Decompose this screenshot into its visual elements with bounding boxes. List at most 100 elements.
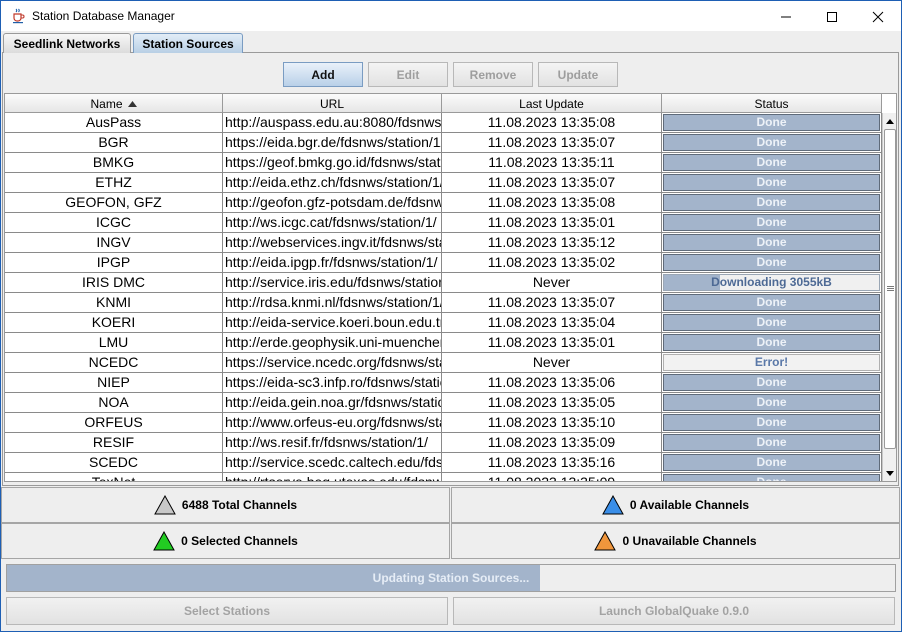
table-header: Name URL Last Update Status (5, 94, 882, 113)
cell-last-update: 11.08.2023 13:35:01 (442, 333, 662, 353)
column-header-name[interactable]: Name (5, 94, 223, 113)
cell-url: http://geofon.gfz-potsdam.de/fdsnws/stat… (223, 193, 442, 213)
total-channels-panel: 6488 Total Channels (1, 487, 450, 523)
cell-last-update: 11.08.2023 13:35:06 (442, 373, 662, 393)
table-row[interactable]: NIEP https://eida-sc3.infp.ro/fdsnws/stat… (5, 373, 882, 393)
add-button[interactable]: Add (283, 62, 363, 87)
scroll-up-button[interactable] (883, 113, 896, 129)
status-progress-bar: Done (663, 154, 880, 171)
cell-url: https://service.ncedc.org/fdsnws/station… (223, 353, 442, 373)
cell-url: http://webservices.ingv.it/fdsnws/statio… (223, 233, 442, 253)
edit-button[interactable]: Edit (368, 62, 448, 87)
table-row[interactable]: KOERI http://eida-service.koeri.boun.edu.… (5, 313, 882, 333)
arrow-down-icon (886, 470, 894, 476)
scroll-thumb[interactable] (884, 129, 896, 449)
table-row[interactable]: BGR https://eida.bgr.de/fdsnws/station/1/… (5, 133, 882, 153)
window-title: Station Database Manager (32, 9, 175, 23)
progress-text: Updating Station Sources... (372, 571, 530, 585)
cell-name: IRIS DMC (5, 273, 223, 293)
green-triangle-icon (153, 531, 175, 551)
cell-status: Done (662, 473, 882, 481)
cell-status: Done (662, 453, 882, 473)
table-row[interactable]: AusPass http://auspass.edu.au:8080/fdsnws… (5, 113, 882, 133)
cell-last-update: 11.08.2023 13:35:11 (442, 153, 662, 173)
table-row[interactable]: NCEDC https://service.ncedc.org/fdsnws/st… (5, 353, 882, 373)
status-progress-bar: Downloading 3055kB (663, 274, 880, 291)
selected-channels-label: 0 Selected Channels (181, 534, 298, 548)
maximize-button[interactable] (809, 1, 855, 32)
cell-status: Done (662, 213, 882, 233)
scroll-down-button[interactable] (883, 465, 896, 481)
selected-channels-panel: 0 Selected Channels (1, 523, 450, 559)
cell-last-update: 11.08.2023 13:35:07 (442, 173, 662, 193)
cell-last-update: 11.08.2023 13:35:08 (442, 193, 662, 213)
gray-triangle-icon (154, 495, 176, 515)
table-row[interactable]: KNMI http://rdsa.knmi.nl/fdsnws/station/1… (5, 293, 882, 313)
table-row[interactable]: RESIF http://ws.resif.fr/fdsnws/station/1… (5, 433, 882, 453)
table-row[interactable]: IPGP http://eida.ipgp.fr/fdsnws/station/1… (5, 253, 882, 273)
cell-name: ETHZ (5, 173, 223, 193)
table-row[interactable]: IRIS DMC http://service.iris.edu/fdsnws/s… (5, 273, 882, 293)
minimize-button[interactable] (763, 1, 809, 32)
launch-globalquake-button[interactable]: Launch GlobalQuake 0.9.0 (453, 597, 895, 625)
status-progress-bar: Done (663, 174, 880, 191)
cell-url: http://eida.gein.noa.gr/fdsnws/station/1… (223, 393, 442, 413)
cell-last-update: 11.08.2023 13:35:07 (442, 293, 662, 313)
status-progress-bar: Done (663, 134, 880, 151)
cell-url: http://ws.resif.fr/fdsnws/station/1/ (223, 433, 442, 453)
tab-seedlink-networks[interactable]: Seedlink Networks (3, 33, 131, 53)
select-stations-button[interactable]: Select Stations (6, 597, 448, 625)
status-progress-bar: Done (663, 334, 880, 351)
table-body: AusPass http://auspass.edu.au:8080/fdsnws… (5, 113, 882, 481)
cell-status: Done (662, 233, 882, 253)
remove-button[interactable]: Remove (453, 62, 533, 87)
cell-name: BGR (5, 133, 223, 153)
column-header-label: Name (90, 96, 123, 111)
cell-url: http://eida-service.koeri.boun.edu.tr/fd… (223, 313, 442, 333)
cell-last-update: 11.08.2023 13:35:01 (442, 213, 662, 233)
cell-status: Done (662, 153, 882, 173)
table-row[interactable]: INGV http://webservices.ingv.it/fdsnws/st… (5, 233, 882, 253)
cell-url: https://geof.bmkg.go.id/fdsnws/station/1… (223, 153, 442, 173)
cell-last-update: Never (442, 353, 662, 373)
tab-station-sources[interactable]: Station Sources (133, 33, 243, 53)
status-progress-bar: Done (663, 414, 880, 431)
table-row[interactable]: TexNet http://rtserve.beg.utexas.edu/fdsn… (5, 473, 882, 481)
column-header-status[interactable]: Status (662, 94, 882, 113)
cell-status: Done (662, 433, 882, 453)
cell-name: ORFEUS (5, 413, 223, 433)
cell-name: ICGC (5, 213, 223, 233)
total-channels-label: 6488 Total Channels (181, 498, 298, 512)
status-progress-bar: Done (663, 114, 880, 131)
status-progress-bar: Done (663, 214, 880, 231)
cell-url: http://ws.icgc.cat/fdsnws/station/1/ (223, 213, 442, 233)
unavailable-channels-panel: 0 Unavailable Channels (451, 523, 900, 559)
cell-url: http://erde.geophysik.uni-muenchen.de/fd… (223, 333, 442, 353)
cell-url: http://rdsa.knmi.nl/fdsnws/station/1/ (223, 293, 442, 313)
table-row[interactable]: NOAhttp://eida.gein.noa.gr/fdsnws/statio… (5, 393, 882, 413)
column-header-last-update[interactable]: Last Update (442, 94, 662, 113)
table-row[interactable]: ORFEUS http://www.orfeus-eu.org/fdsnws/st… (5, 413, 882, 433)
cell-url: https://eida.bgr.de/fdsnws/station/1/ (223, 133, 442, 153)
table-row[interactable]: ICGC http://ws.icgc.cat/fdsnws/station/1/… (5, 213, 882, 233)
table-row[interactable]: GEOFON, GFZ http://geofon.gfz-potsdam.de/… (5, 193, 882, 213)
table-row[interactable]: LMUhttp://erde.geophysik.uni-muenchen.de… (5, 333, 882, 353)
minimize-icon (781, 16, 791, 17)
table-row[interactable]: SCEDC http://service.scedc.caltech.edu/fd… (5, 453, 882, 473)
available-channels-label: 0 Available Channels (629, 498, 750, 512)
cell-last-update: 11.08.2023 13:35:07 (442, 133, 662, 153)
column-header-url[interactable]: URL (223, 94, 442, 113)
status-progress-bar: Done (663, 294, 880, 311)
update-progress-bar: Updating Station Sources... (6, 564, 896, 592)
cell-name: NIEP (5, 373, 223, 393)
vertical-scrollbar[interactable] (882, 113, 896, 481)
table-row[interactable]: BMKGhttps://geof.bmkg.go.id/fdsnws/stati… (5, 153, 882, 173)
status-progress-bar: Error! (663, 354, 880, 371)
status-progress-bar: Done (663, 454, 880, 471)
update-button[interactable]: Update (538, 62, 618, 87)
cell-url: http://auspass.edu.au:8080/fdsnws/statio… (223, 113, 442, 133)
orange-triangle-icon (594, 531, 617, 551)
table-row[interactable]: ETHZ http://eida.ethz.ch/fdsnws/station/1… (5, 173, 882, 193)
column-header-label: Last Update (519, 96, 584, 111)
close-button[interactable] (855, 1, 901, 32)
